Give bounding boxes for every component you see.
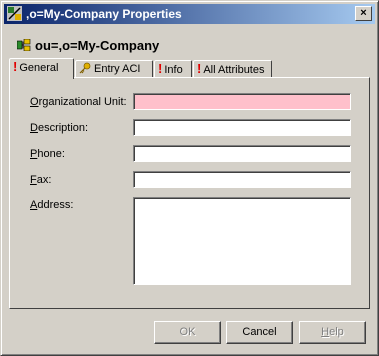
close-icon: ×	[360, 7, 367, 19]
phone-label: Phone:	[30, 148, 65, 160]
tab-label: General	[19, 62, 59, 74]
close-button[interactable]: ×	[355, 6, 372, 21]
fax-label-text: ax:	[36, 174, 52, 186]
fax-label: Fax:	[30, 174, 51, 186]
tab-general[interactable]: ! General	[9, 58, 74, 79]
key-icon	[79, 62, 91, 74]
tab-all-attributes[interactable]: ! All Attributes	[193, 60, 272, 77]
description-field[interactable]	[133, 119, 351, 136]
phone-field[interactable]	[133, 145, 351, 162]
address-label-text: ddress:	[37, 199, 74, 211]
exclamation-icon: !	[158, 61, 163, 76]
exclamation-icon: !	[13, 59, 18, 74]
tab-entry-aci[interactable]: Entry ACI	[75, 60, 153, 77]
org-unit-icon	[17, 39, 31, 51]
fax-accel: F	[30, 174, 37, 186]
ok-button[interactable]: OK	[154, 321, 221, 344]
cancel-button[interactable]: Cancel	[226, 321, 293, 344]
properties-dialog: ,o=My-Company Properties × ou=,o=My-Comp…	[0, 0, 379, 356]
general-tab-panel: Organizational Unit: Description: Phone:…	[9, 77, 370, 309]
address-field[interactable]	[133, 197, 351, 285]
help-label: elp	[329, 326, 344, 338]
title-bar[interactable]: ,o=My-Company Properties ×	[4, 4, 375, 24]
description-label-text: escription:	[37, 122, 89, 134]
entry-title: ou=,o=My-Company	[35, 38, 160, 53]
tab-label: Entry ACI	[94, 63, 141, 75]
ou-label-text: rganizational Unit:	[38, 96, 127, 108]
address-label: Address:	[30, 199, 73, 211]
description-label: Description:	[30, 122, 88, 134]
phone-label-text: hone:	[37, 148, 65, 160]
help-accel: H	[321, 326, 330, 338]
help-button[interactable]: Help	[299, 321, 366, 344]
ou-accel: O	[30, 96, 39, 108]
tab-info[interactable]: ! Info	[154, 60, 192, 77]
exclamation-icon: !	[197, 61, 202, 76]
fax-field[interactable]	[133, 171, 351, 188]
window-title: ,o=My-Company Properties	[26, 7, 182, 21]
tab-label: Info	[164, 64, 183, 76]
ou-field[interactable]	[133, 93, 351, 110]
description-accel: D	[30, 122, 38, 134]
tab-label: All Attributes	[203, 64, 265, 76]
ou-label: Organizational Unit:	[30, 96, 127, 108]
properties-icon	[7, 6, 22, 21]
